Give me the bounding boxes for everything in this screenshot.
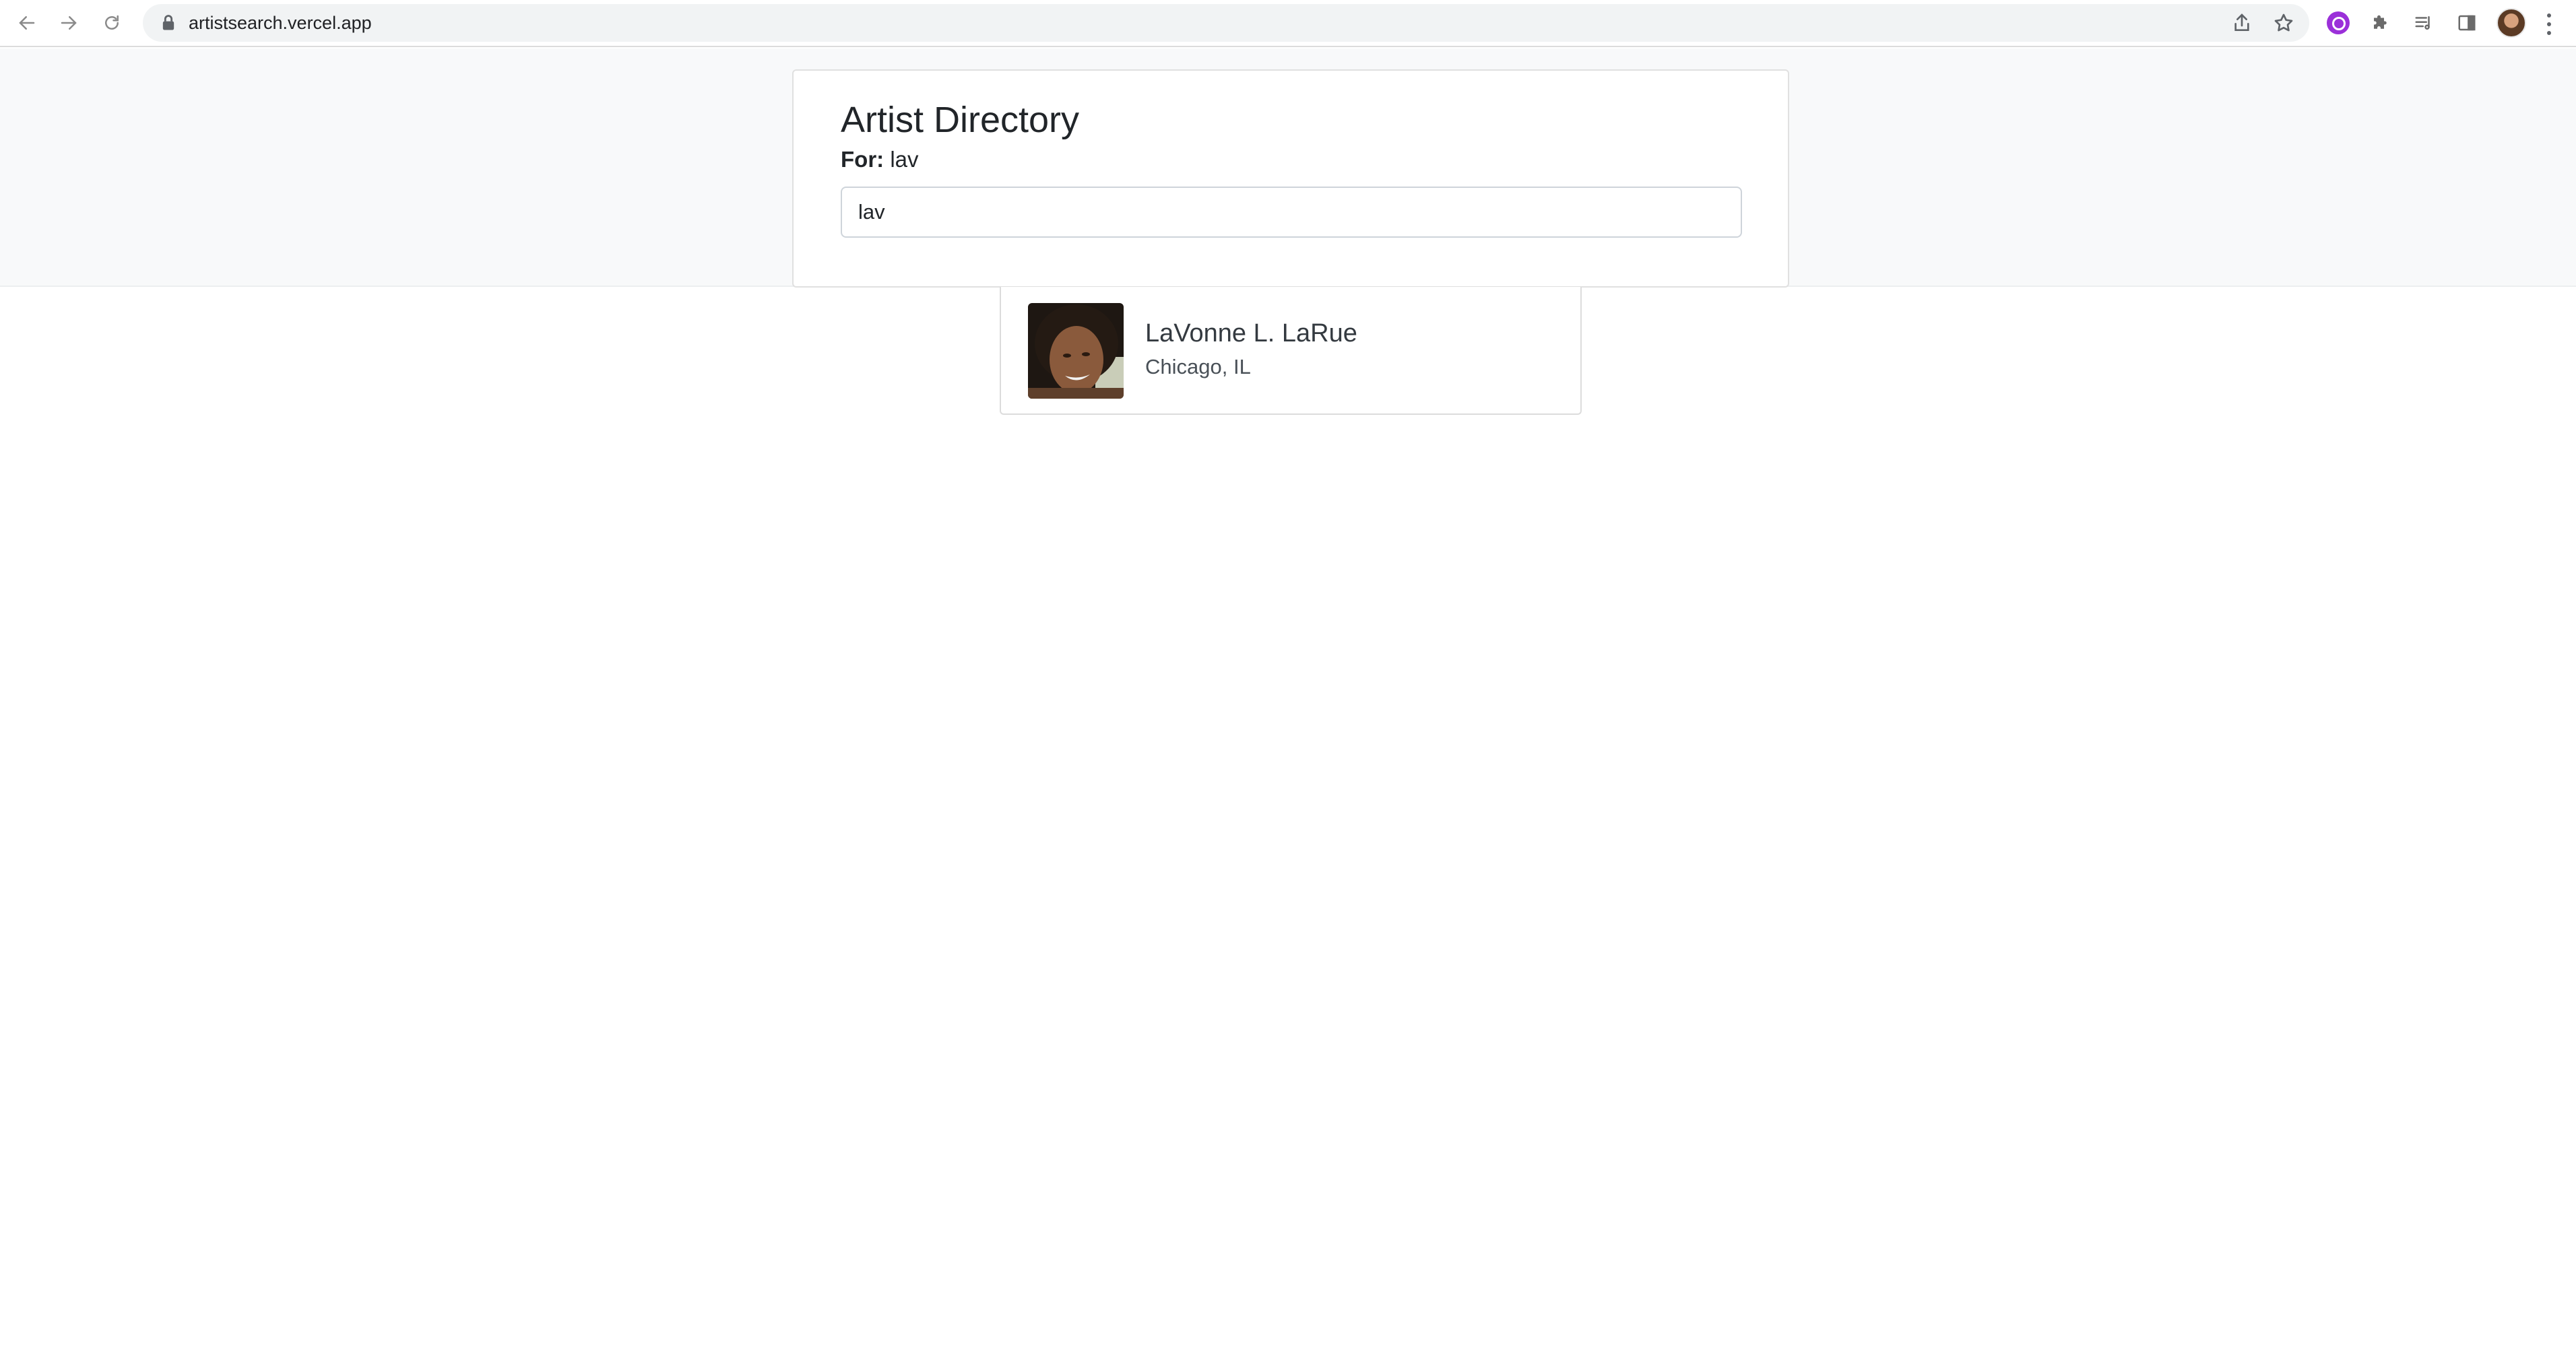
menu-icon[interactable]	[2542, 11, 2556, 38]
extension-purple-icon[interactable]	[2327, 11, 2350, 34]
star-icon[interactable]	[2273, 12, 2294, 34]
puzzle-icon[interactable]	[2367, 9, 2394, 36]
reload-icon[interactable]	[97, 8, 127, 38]
share-icon[interactable]	[2231, 12, 2253, 34]
for-value: lav	[890, 147, 919, 172]
side-panel-icon[interactable]	[2453, 9, 2480, 36]
artist-photo[interactable]	[1028, 303, 1124, 399]
for-label: For:	[841, 147, 884, 172]
page-title: Artist Directory	[841, 100, 1080, 140]
address-bar[interactable]: artistsearch.vercel.app	[143, 4, 2309, 42]
lock-icon[interactable]	[159, 13, 178, 32]
artist-result-card[interactable]: LaVonne L. LaRue Chicago, IL	[1000, 287, 1582, 415]
url-text[interactable]: artistsearch.vercel.app	[189, 4, 372, 42]
reading-list-icon[interactable]	[2410, 9, 2437, 36]
search-card: Artist Directory For: lav	[792, 69, 1789, 288]
profile-avatar[interactable]	[2497, 8, 2526, 38]
forward-icon[interactable]	[54, 8, 84, 38]
back-icon[interactable]	[12, 8, 42, 38]
artist-name[interactable]: LaVonne L. LaRue	[1145, 318, 1357, 349]
artist-location: Chicago, IL	[1145, 355, 1251, 378]
browser-toolbar: artistsearch.vercel.app	[0, 0, 2576, 47]
search-summary: For: lav	[841, 146, 919, 173]
search-input[interactable]	[841, 187, 1742, 238]
